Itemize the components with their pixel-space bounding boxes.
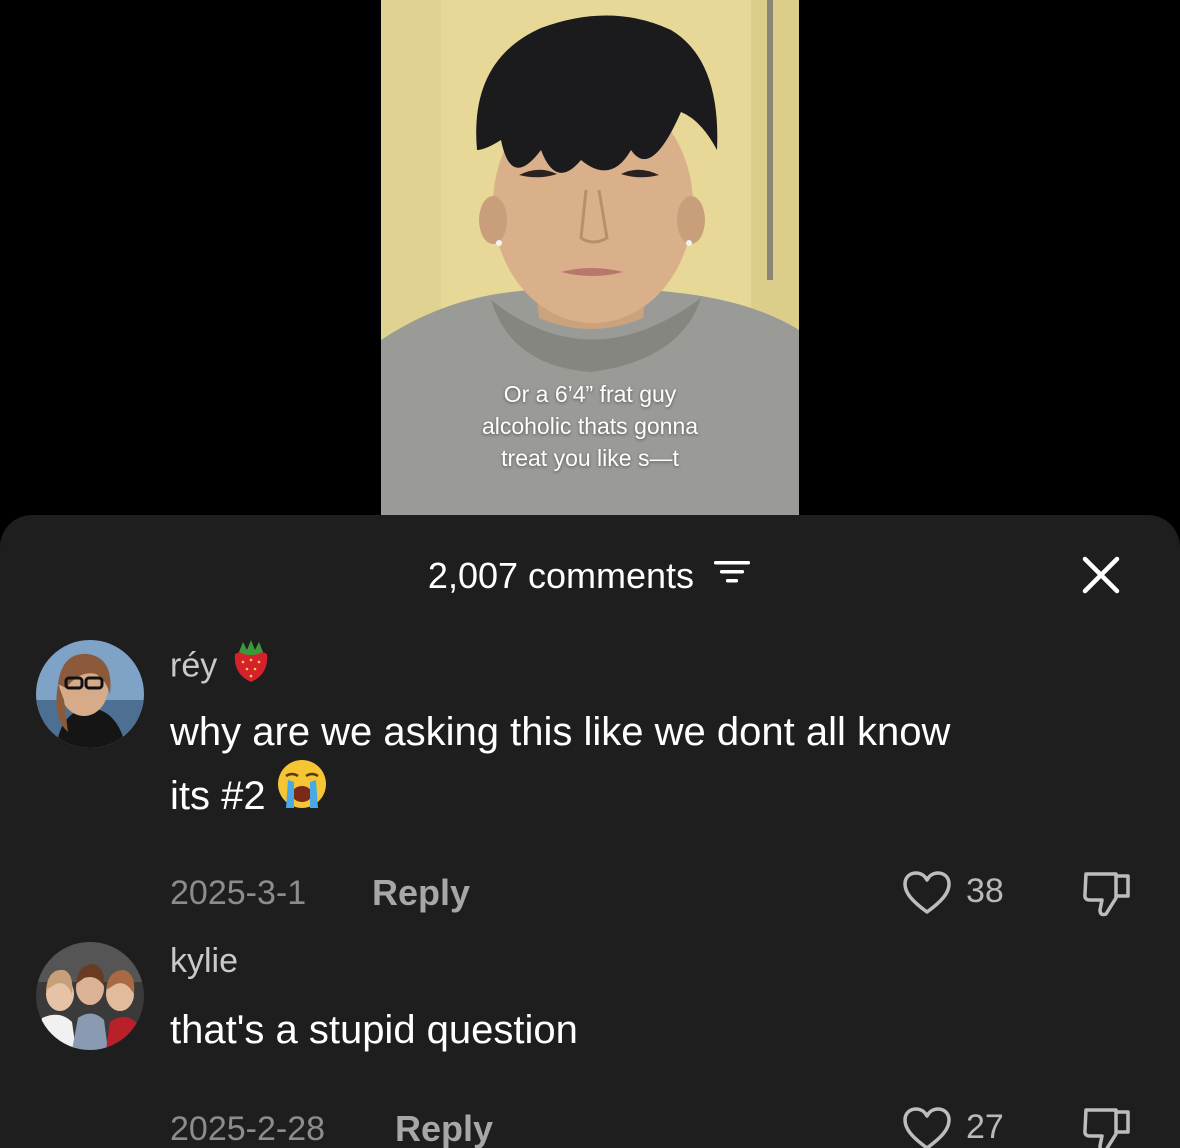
comment-item: réy why are we asking this like we dont … [0, 640, 1180, 930]
comments-sheet: 2,007 comments réy why are we asking thi… [0, 515, 1180, 1148]
comment-date: 2025-3-1 [170, 874, 307, 912]
heart-icon[interactable] [902, 1106, 952, 1148]
comments-count-button[interactable]: 2,007 comments [0, 555, 1180, 597]
like-button[interactable]: 38 [902, 868, 1032, 918]
thumbs-down-icon[interactable] [1080, 868, 1134, 922]
comment-username[interactable]: réy [170, 640, 273, 693]
reply-button[interactable]: Reply [395, 1108, 493, 1148]
thumbs-down-icon[interactable] [1080, 1104, 1134, 1148]
like-count: 38 [966, 872, 1004, 910]
comment-date: 2025-2-28 [170, 1110, 326, 1148]
reply-button[interactable]: Reply [372, 872, 470, 914]
avatar[interactable] [36, 942, 144, 1050]
comment-text-line: its #2 [170, 759, 1130, 829]
like-count: 27 [966, 1108, 1004, 1146]
filter-icon[interactable] [712, 554, 752, 596]
strawberry-emoji [229, 636, 273, 693]
comments-count: 2,007 comments [427, 555, 695, 596]
comment-username[interactable]: kylie [170, 942, 238, 981]
caption-line: treat you like s—t [501, 445, 679, 471]
caption-line: Or a 6’4” frat guy [503, 381, 677, 407]
comment-text-line: that's a stupid question [170, 1008, 578, 1052]
heart-icon[interactable] [902, 870, 952, 916]
loudly-crying-face-emoji [276, 758, 328, 829]
video-caption: Or a 6’4” frat guy alcoholic thats gonna… [381, 378, 799, 474]
comment-text-line: why are we asking this like we dont all … [170, 710, 951, 754]
caption-line: alcoholic thats gonna [481, 413, 699, 439]
username-text: réy [170, 646, 218, 685]
video-player[interactable]: Or a 6’4” frat guy alcoholic thats gonna… [381, 0, 799, 518]
comment-text-fragment: its #2 [170, 774, 266, 818]
like-button[interactable]: 27 [902, 1104, 1032, 1148]
screen: Or a 6’4” frat guy alcoholic thats gonna… [0, 0, 1180, 1148]
avatar[interactable] [36, 640, 144, 748]
close-icon[interactable] [1079, 553, 1123, 597]
comment-text: why are we asking this like we dont all … [170, 700, 1130, 829]
comment-item: kylie that's a stupid question 2025-2-28… [0, 942, 1180, 1148]
comment-text: that's a stupid question [170, 998, 1130, 1062]
comments-header: 2,007 comments [0, 515, 1180, 635]
